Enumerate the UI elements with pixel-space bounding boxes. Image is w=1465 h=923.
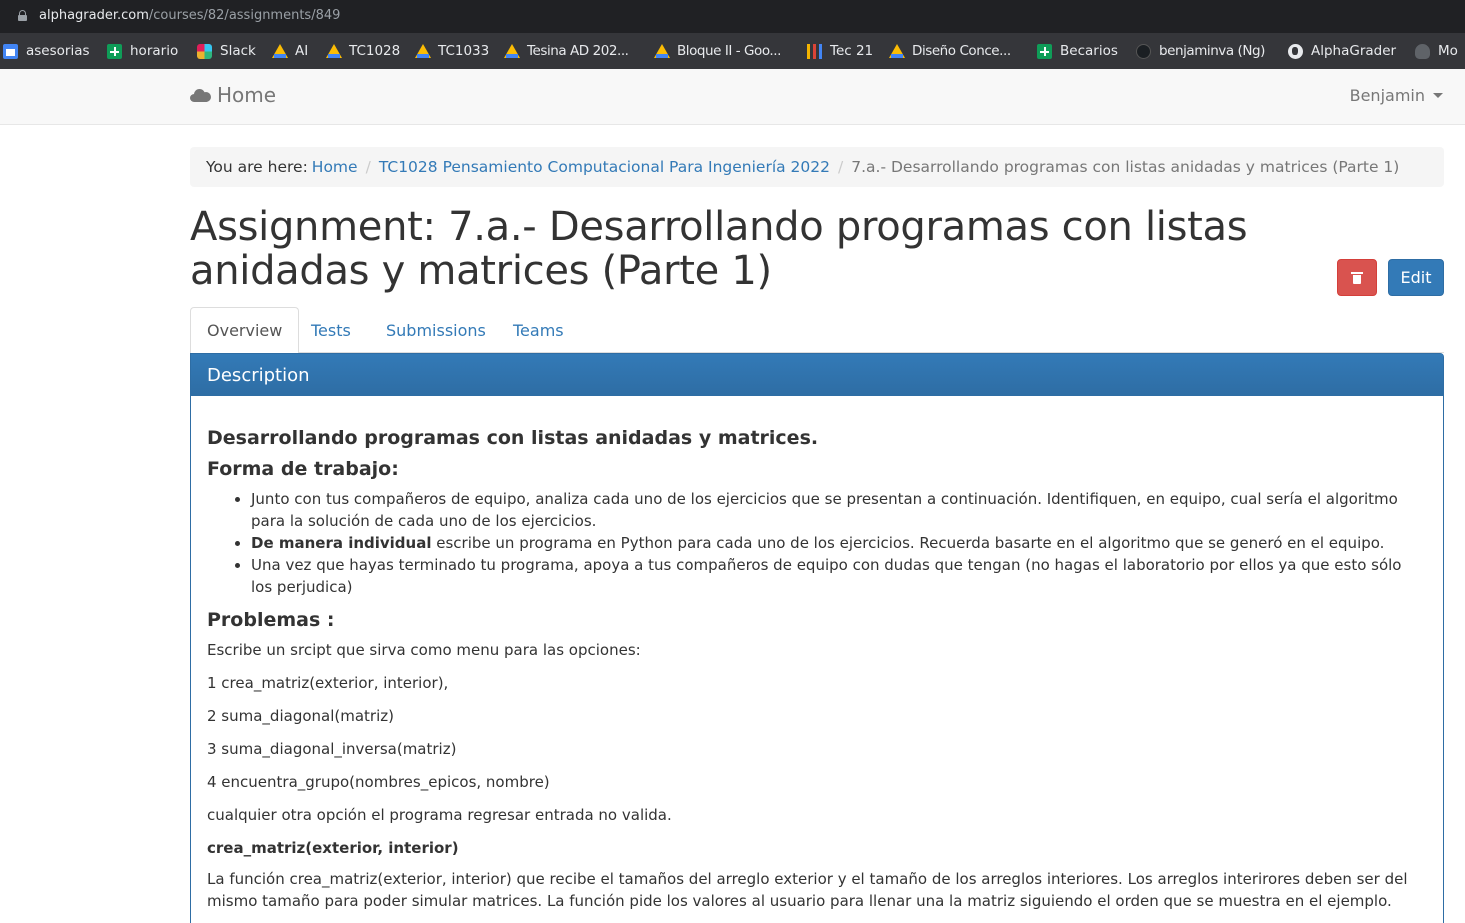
- bookmarks-bar: asesorias horario Slack AI TC1028 TC1033…: [0, 33, 1465, 69]
- breadcrumb-separator: /: [838, 158, 844, 176]
- bookmark-tec21[interactable]: Tec 21: [807, 33, 873, 69]
- edit-button[interactable]: Edit: [1388, 259, 1444, 296]
- bookmark-label: Diseño Conce...: [912, 43, 1011, 59]
- bookmark-label: AI: [295, 43, 309, 59]
- drive-icon: [889, 43, 905, 59]
- edit-button-label: Edit: [1400, 268, 1432, 287]
- tab-label: Overview: [207, 321, 283, 340]
- list-item: Una vez que hayas terminado tu programa,…: [251, 554, 1427, 598]
- paragraph: Escribe un srcipt que sirva como menu pa…: [207, 641, 641, 659]
- bookmark-bloque-ii[interactable]: Bloque II - Goo...: [654, 33, 781, 69]
- menu-option: 2 suma_diagonal(matriz): [207, 707, 394, 725]
- drive-icon: [654, 43, 670, 59]
- drive-icon: [326, 43, 342, 59]
- lock-icon: [18, 10, 27, 21]
- url-path: /courses/82/assignments/849: [148, 8, 341, 23]
- page-title: Assignment: 7.a.- Desarrollando programa…: [190, 204, 1248, 294]
- bookmark-label: Tesina AD 202...: [527, 43, 629, 59]
- caret-down-icon: [1433, 93, 1443, 98]
- drive-icon: [272, 43, 288, 59]
- globe-icon: [1288, 43, 1303, 59]
- panel-heading: Description: [191, 354, 1443, 396]
- url-text[interactable]: alphagrader.com/courses/82/assignments/8…: [39, 8, 340, 23]
- bookmark-label: TC1028: [349, 43, 401, 59]
- menu-option: 3 suma_diagonal_inversa(matriz): [207, 740, 457, 758]
- bookmark-slack[interactable]: Slack: [197, 33, 256, 69]
- bookmark-label: benjaminva (Ng): [1159, 43, 1265, 59]
- bookmark-asesorias[interactable]: asesorias: [3, 33, 90, 69]
- browser-address-bar[interactable]: alphagrader.com/courses/82/assignments/8…: [0, 0, 1465, 33]
- bookmark-label: Mo: [1438, 43, 1458, 59]
- brand-home-link[interactable]: Home: [190, 83, 276, 107]
- bookmark-tc1028[interactable]: TC1028: [326, 33, 400, 69]
- bookmark-label: horario: [130, 43, 179, 59]
- tab-teams[interactable]: Teams: [497, 307, 580, 353]
- bookmark-alphagrader[interactable]: AlphaGrader: [1288, 33, 1396, 69]
- breadcrumb-prefix: You are here:: [206, 158, 308, 176]
- breadcrumb-course-link[interactable]: TC1028 Pensamiento Computacional Para In…: [379, 158, 830, 176]
- assignment-tabs: Overview Tests Submissions Teams: [190, 307, 1444, 354]
- list-item: De manera individual escribe un programa…: [251, 532, 1427, 554]
- section-heading-main: Desarrollando programas con listas anida…: [207, 427, 819, 449]
- tab-label: Submissions: [386, 320, 486, 340]
- bookmark-label: Tec 21: [830, 43, 874, 59]
- bookmark-horario[interactable]: horario: [107, 33, 178, 69]
- bookmark-diseno[interactable]: Diseño Conce...: [889, 33, 1011, 69]
- bookmark-label: Becarios: [1060, 43, 1118, 59]
- breadcrumb-separator: /: [365, 158, 371, 176]
- section-heading-forma: Forma de trabajo:: [207, 458, 399, 480]
- list-item: Junto con tus compañeros de equipo, anal…: [251, 488, 1427, 532]
- bookmark-tesina[interactable]: Tesina AD 202...: [504, 33, 629, 69]
- trash-icon: [1351, 271, 1363, 284]
- bold-text: De manera individual: [251, 534, 432, 552]
- bookmark-ai[interactable]: AI: [272, 33, 308, 69]
- bookmark-tc1033[interactable]: TC1033: [415, 33, 489, 69]
- menu-option: 1 crea_matriz(exterior, interior),: [207, 674, 449, 692]
- paragraph: La función crea_matriz(exterior, interio…: [207, 870, 1408, 910]
- tab-label: Tests: [311, 320, 351, 340]
- breadcrumb-current: 7.a.- Desarrollando programas con listas…: [851, 158, 1400, 176]
- cloud-icon: [190, 88, 211, 102]
- url-host: alphagrader.com: [39, 8, 149, 23]
- menu-option: 4 encuentra_grupo(nombres_epicos, nombre…: [207, 773, 550, 791]
- delete-button[interactable]: [1337, 259, 1377, 296]
- bookmark-label: AlphaGrader: [1311, 43, 1397, 59]
- bookmark-benjaminva[interactable]: benjaminva (Ng): [1136, 33, 1265, 69]
- bookmark-label: Bloque II - Goo...: [677, 43, 781, 59]
- bookmark-label: Slack: [220, 43, 256, 59]
- calendar-icon: [3, 43, 18, 59]
- description-panel: Description Desarrollando programas con …: [190, 353, 1444, 923]
- sheets-icon: [1037, 43, 1052, 59]
- section-heading-problemas: Problemas :: [207, 609, 335, 631]
- navbar: Home Benjamin: [0, 69, 1465, 125]
- breadcrumb: You are here: Home / TC1028 Pensamiento …: [190, 147, 1444, 187]
- bookmark-label: TC1033: [438, 43, 490, 59]
- bookmark-mo[interactable]: Mo: [1415, 33, 1458, 69]
- tab-label: Teams: [513, 320, 564, 340]
- sheets-icon: [107, 43, 122, 59]
- bookmark-becarios[interactable]: Becarios: [1037, 33, 1118, 69]
- slack-icon: [197, 43, 212, 59]
- tab-overview[interactable]: Overview: [190, 307, 300, 354]
- instructions-list: Junto con tus compañeros de equipo, anal…: [251, 488, 1427, 598]
- github-icon: [1136, 43, 1151, 59]
- description-content: Desarrollando programas con listas anida…: [191, 396, 1443, 923]
- user-name: Benjamin: [1349, 86, 1425, 105]
- breadcrumb-home-link[interactable]: Home: [312, 158, 358, 176]
- drive-icon: [415, 43, 431, 59]
- bookmark-label: asesorias: [26, 43, 90, 59]
- paragraph: cualquier otra opción el programa regres…: [207, 806, 672, 824]
- function-signature: crea_matriz(exterior, interior): [207, 839, 459, 857]
- user-menu-dropdown[interactable]: Benjamin: [1350, 86, 1443, 105]
- tab-submissions[interactable]: Submissions: [370, 307, 502, 353]
- tab-tests[interactable]: Tests: [295, 307, 367, 353]
- cow-icon: [1415, 43, 1430, 59]
- bar-chart-icon: [807, 43, 822, 59]
- list-item-text: escribe un programa en Python para cada …: [431, 534, 1385, 552]
- brand-label: Home: [217, 83, 277, 107]
- drive-icon: [504, 43, 520, 59]
